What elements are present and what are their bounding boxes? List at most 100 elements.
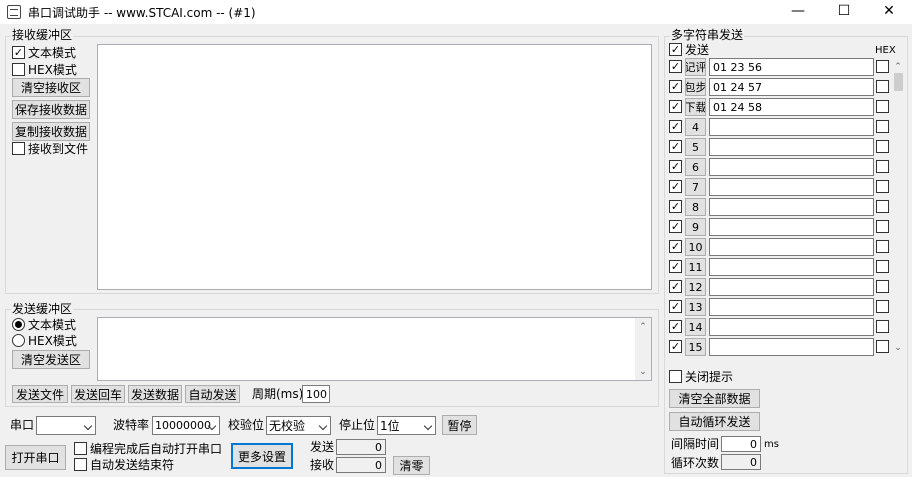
row-string-input[interactable] (709, 318, 874, 336)
receive-textarea[interactable] (97, 44, 652, 290)
row-send-checkbox[interactable]: ✓ (669, 160, 682, 173)
auto-send-end-checkbox[interactable] (74, 458, 87, 471)
row-send-checkbox[interactable]: ✓ (669, 220, 682, 233)
row-hex-checkbox[interactable] (876, 260, 889, 273)
row-send-checkbox[interactable]: ✓ (669, 340, 682, 353)
row-send-checkbox[interactable]: ✓ (669, 140, 682, 153)
row-hex-checkbox[interactable] (876, 120, 889, 133)
row-hex-checkbox[interactable] (876, 100, 889, 113)
row-send-button[interactable]: 5 (685, 138, 706, 156)
row-hex-checkbox[interactable] (876, 200, 889, 213)
send-text-mode-radio[interactable] (12, 318, 25, 331)
row-send-button[interactable]: 12 (685, 278, 706, 296)
clear-count-button[interactable]: 清零 (393, 456, 430, 475)
row-send-button[interactable]: 10 (685, 238, 706, 256)
send-hex-mode-radio[interactable] (12, 334, 25, 347)
receive-hex-mode-checkbox[interactable] (12, 63, 25, 76)
row-hex-checkbox[interactable] (876, 160, 889, 173)
row-hex-checkbox[interactable] (876, 300, 889, 313)
send-all-checkbox[interactable]: ✓ (669, 43, 682, 56)
more-settings-button[interactable]: 更多设置 (231, 443, 293, 469)
clear-send-button[interactable]: 清空发送区 (12, 350, 90, 369)
row-hex-checkbox[interactable] (876, 320, 889, 333)
row-string-input[interactable] (709, 118, 874, 136)
scroll-up-icon[interactable]: ⌃ (636, 320, 650, 334)
row-string-input[interactable] (709, 338, 874, 356)
row-hex-checkbox[interactable] (876, 240, 889, 253)
row-send-checkbox[interactable]: ✓ (669, 240, 682, 253)
port-select[interactable] (36, 416, 96, 435)
receive-to-file-checkbox[interactable] (12, 142, 25, 155)
row-hex-checkbox[interactable] (876, 180, 889, 193)
send-data-button[interactable]: 发送数据 (128, 385, 182, 403)
clear-all-data-button[interactable]: 清空全部数据 (669, 389, 760, 408)
baud-select[interactable]: 10000000 (152, 416, 220, 435)
row-send-button[interactable]: 11 (685, 258, 706, 276)
auto-open-checkbox[interactable] (74, 442, 87, 455)
minimize-button[interactable]: — (775, 0, 821, 24)
clear-receive-button[interactable]: 清空接收区 (12, 78, 90, 97)
row-send-button[interactable]: 13 (685, 298, 706, 316)
row-hex-checkbox[interactable] (876, 60, 889, 73)
row-send-button[interactable]: 7 (685, 178, 706, 196)
row-send-button[interactable]: 15 (685, 338, 706, 356)
save-receive-button[interactable]: 保存接收数据 (12, 100, 90, 119)
row-string-input[interactable] (709, 138, 874, 156)
row-string-input[interactable] (709, 218, 874, 236)
row-send-checkbox[interactable]: ✓ (669, 280, 682, 293)
row-send-checkbox[interactable]: ✓ (669, 60, 682, 73)
parity-select[interactable]: 无校验 (266, 416, 331, 435)
multi-send-scrollbar[interactable] (891, 58, 906, 356)
interval-input[interactable]: 0 (721, 436, 761, 452)
row-send-button[interactable]: 包步 (685, 78, 706, 96)
scroll-down-icon[interactable]: ⌄ (636, 365, 650, 379)
row-hex-checkbox[interactable] (876, 80, 889, 93)
scroll-up-icon[interactable]: ⌃ (891, 60, 905, 74)
receive-text-mode-checkbox[interactable]: ✓ (12, 46, 25, 59)
maximize-button[interactable]: ☐ (821, 0, 867, 24)
scrollbar-thumb[interactable] (894, 73, 903, 91)
send-textarea[interactable] (97, 317, 652, 381)
row-send-checkbox[interactable]: ✓ (669, 320, 682, 333)
row-send-button[interactable]: 14 (685, 318, 706, 336)
row-send-button[interactable]: 记评 (685, 58, 706, 76)
row-hex-checkbox[interactable] (876, 220, 889, 233)
row-string-input[interactable] (709, 238, 874, 256)
auto-send-button[interactable]: 自动发送 (185, 385, 240, 403)
row-string-input[interactable] (709, 258, 874, 276)
row-send-checkbox[interactable]: ✓ (669, 80, 682, 93)
row-string-input[interactable] (709, 198, 874, 216)
row-send-checkbox[interactable]: ✓ (669, 200, 682, 213)
row-string-input[interactable]: 01 23 56 (709, 58, 874, 76)
row-string-input[interactable] (709, 178, 874, 196)
auto-loop-send-button[interactable]: 自动循环发送 (669, 412, 760, 431)
row-send-button[interactable]: 9 (685, 218, 706, 236)
row-send-checkbox[interactable]: ✓ (669, 260, 682, 273)
row-send-button[interactable]: 6 (685, 158, 706, 176)
row-send-button[interactable]: 4 (685, 118, 706, 136)
row-send-checkbox[interactable]: ✓ (669, 300, 682, 313)
copy-receive-button[interactable]: 复制接收数据 (12, 122, 90, 141)
send-return-button[interactable]: 发送回车 (71, 385, 125, 403)
row-string-input[interactable]: 01 24 57 (709, 78, 874, 96)
row-send-checkbox[interactable]: ✓ (669, 180, 682, 193)
row-send-checkbox[interactable]: ✓ (669, 120, 682, 133)
row-hex-checkbox[interactable] (876, 280, 889, 293)
send-file-button[interactable]: 发送文件 (12, 385, 68, 403)
open-port-button[interactable]: 打开串口 (5, 445, 66, 470)
scroll-down-icon[interactable]: ⌄ (891, 341, 905, 355)
row-send-button[interactable]: 8 (685, 198, 706, 216)
row-hex-checkbox[interactable] (876, 140, 889, 153)
close-hint-checkbox[interactable] (669, 370, 682, 383)
row-string-input[interactable]: 01 24 58 (709, 98, 874, 116)
row-hex-checkbox[interactable] (876, 340, 889, 353)
row-string-input[interactable] (709, 158, 874, 176)
row-send-checkbox[interactable]: ✓ (669, 100, 682, 113)
stopbits-select[interactable]: 1位 (377, 416, 436, 435)
row-send-button[interactable]: 下载 (685, 98, 706, 116)
row-string-input[interactable] (709, 298, 874, 316)
row-string-input[interactable] (709, 278, 874, 296)
close-button[interactable]: ✕ (866, 0, 912, 24)
pause-button[interactable]: 暂停 (442, 415, 477, 435)
period-input[interactable]: 100 (302, 385, 330, 403)
